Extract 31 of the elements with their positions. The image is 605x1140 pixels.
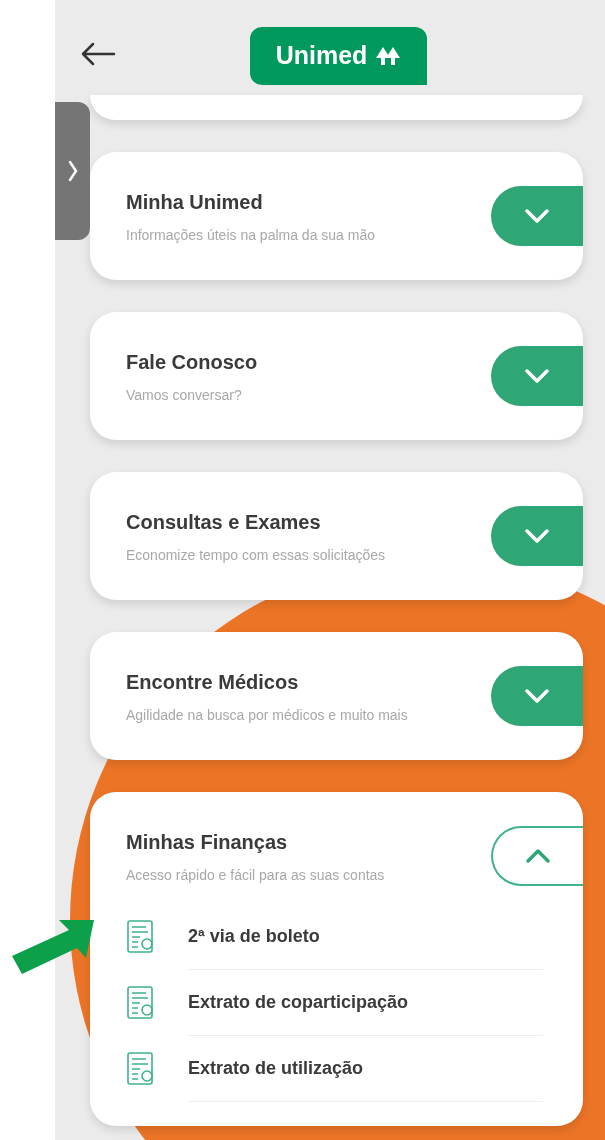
trees-icon — [375, 46, 402, 66]
expand-toggle[interactable] — [491, 186, 583, 246]
expand-toggle[interactable] — [491, 826, 583, 886]
section-subtitle: Vamos conversar? — [126, 385, 243, 405]
menu-link[interactable]: Extrato de utilização — [188, 1036, 543, 1102]
document-icon — [126, 1051, 156, 1087]
back-arrow-icon[interactable] — [80, 42, 116, 66]
chevron-right-icon — [67, 160, 78, 182]
section-title: Minha Unimed — [126, 189, 264, 215]
section-subtitle: Economize tempo com essas solicitações — [126, 545, 386, 565]
section-subtitle: Agilidade na busca por médicos e muito mais — [126, 705, 408, 725]
section-subtitle: Informações úteis na palma da sua mão — [126, 225, 376, 245]
side-tab[interactable] — [55, 102, 90, 240]
chevron-down-icon — [524, 208, 550, 224]
document-icon — [126, 919, 156, 955]
chevron-down-icon — [524, 528, 550, 544]
chevron-down-icon — [524, 368, 550, 384]
menu-link[interactable]: Extrato de coparticipação — [188, 970, 543, 1036]
section-title: Fale Conosco — [126, 349, 258, 375]
chevron-up-icon — [525, 848, 551, 864]
section-title: Encontre Médicos — [126, 669, 300, 695]
section-subtitle: Acesso rápido e fácil para as suas contas — [126, 865, 385, 885]
expand-toggle[interactable] — [491, 666, 583, 726]
expand-toggle[interactable] — [491, 346, 583, 406]
expand-toggle[interactable] — [491, 506, 583, 566]
document-icon — [126, 985, 156, 1021]
section-title: Consultas e Exames — [126, 509, 322, 535]
logo: Unimed — [250, 27, 427, 85]
section-title: Minhas Finanças — [126, 829, 289, 855]
chevron-down-icon — [524, 688, 550, 704]
menu-link[interactable]: 2ª via de boleto — [188, 904, 543, 970]
